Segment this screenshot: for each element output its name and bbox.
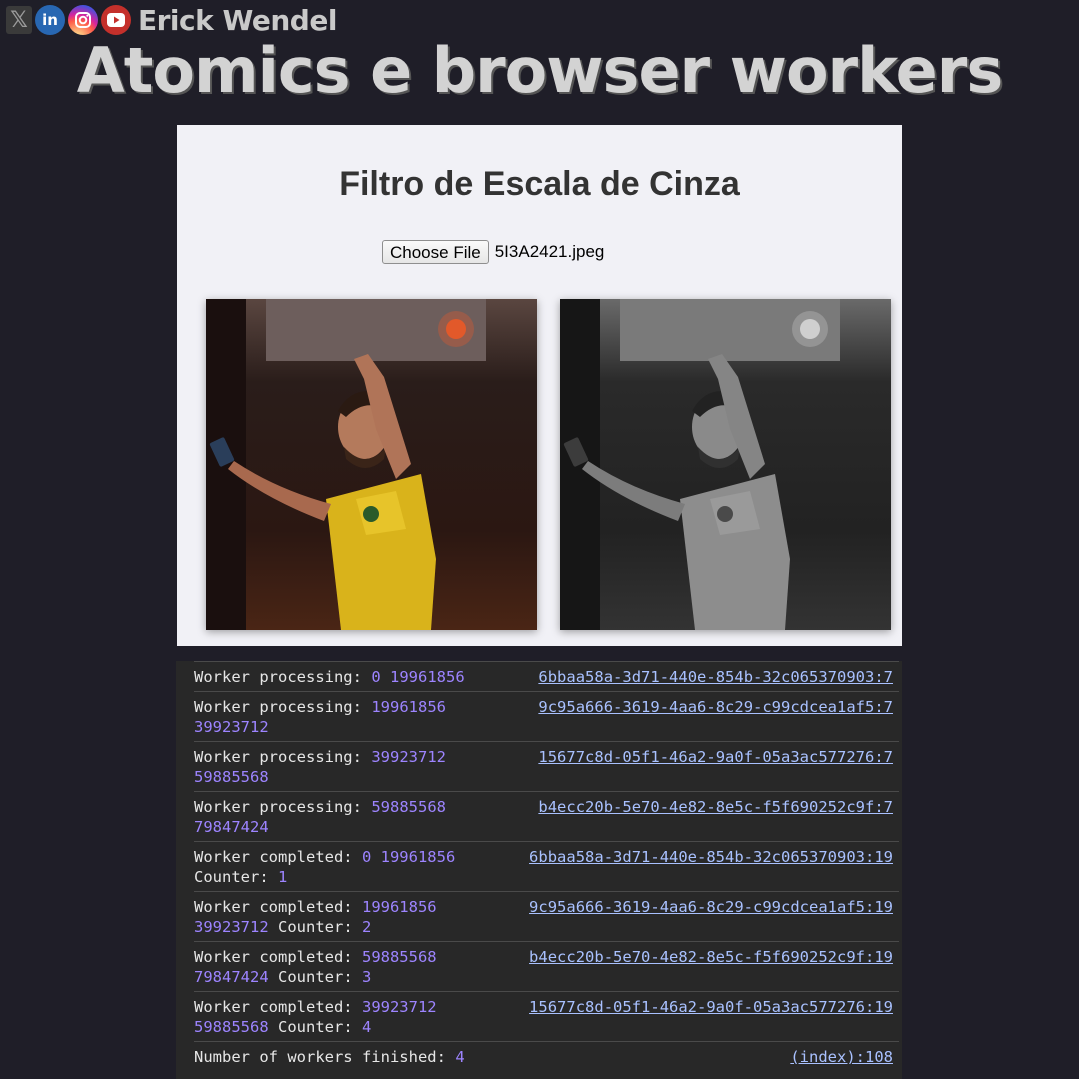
console-log-row: Worker processing: 19961856 39923712 9c95… [194, 691, 899, 741]
log-message: Worker completed: 0 19961856 Counter: 1 [194, 847, 494, 887]
original-photo [206, 299, 537, 630]
log-source-link[interactable]: 9c95a666-3619-4aa6-8c29-c99cdcea1af5:19 [529, 897, 893, 917]
log-label: Worker completed: [194, 948, 353, 966]
counter-label: Counter: [278, 918, 353, 936]
log-source-link[interactable]: 6bbaa58a-3d71-440e-854b-32c065370903:7 [538, 667, 893, 687]
devtools-console: Worker processing: 0 19961856 6bbaa58a-3d… [176, 661, 902, 1079]
log-value: 0 19961856 [371, 668, 465, 686]
log-message: Worker completed: 19961856 39923712 Coun… [194, 897, 494, 937]
counter-value: 1 [278, 868, 288, 886]
console-log-row: Worker completed: 59885568 79847424 Coun… [194, 941, 899, 991]
log-label: Worker processing: [194, 698, 362, 716]
log-message: Worker processing: 0 19961856 [194, 667, 494, 687]
log-label: Worker processing: [194, 748, 362, 766]
page-headline: Atomics e browser workers [76, 34, 1003, 107]
log-source-link[interactable]: (index):108 [790, 1047, 893, 1067]
log-source-link[interactable]: 15677c8d-05f1-46a2-9a0f-05a3ac577276:7 [538, 747, 893, 767]
log-message: Worker completed: 59885568 79847424 Coun… [194, 947, 494, 987]
log-message: Number of workers finished: 4 [194, 1047, 694, 1067]
counter-label: Counter: [194, 868, 269, 886]
log-source-link[interactable]: 9c95a666-3619-4aa6-8c29-c99cdcea1af5:7 [538, 697, 893, 717]
log-label: Worker completed: [194, 848, 353, 866]
log-message: Worker processing: 39923712 59885568 [194, 747, 494, 787]
console-log-row: Number of workers finished: 4 (index):108 [194, 1041, 899, 1071]
log-label: Worker processing: [194, 668, 362, 686]
x-icon[interactable]: 𝕏 [6, 6, 32, 34]
counter-value: 3 [362, 968, 372, 986]
instagram-icon[interactable] [68, 5, 98, 35]
log-label: Worker completed: [194, 898, 353, 916]
grayscale-photo [560, 299, 891, 630]
console-log-row: Worker processing: 39923712 59885568 1567… [194, 741, 899, 791]
youtube-icon[interactable] [101, 5, 131, 35]
linkedin-icon[interactable]: in [35, 5, 65, 35]
file-input[interactable]: Choose File 5I3A2421.jpeg [382, 240, 604, 264]
log-label: Worker processing: [194, 798, 362, 816]
log-source-link[interactable]: b4ecc20b-5e70-4e82-8e5c-f5f690252c9f:19 [529, 947, 893, 967]
log-source-link[interactable]: 6bbaa58a-3d71-440e-854b-32c065370903:19 [529, 847, 893, 867]
log-source-link[interactable]: b4ecc20b-5e70-4e82-8e5c-f5f690252c9f:7 [538, 797, 893, 817]
log-message: Worker completed: 39923712 59885568 Coun… [194, 997, 494, 1037]
page-title: Filtro de Escala de Cinza [339, 165, 740, 203]
log-label: Number of workers finished: [194, 1048, 446, 1066]
console-log-row: Worker processing: 0 19961856 6bbaa58a-3d… [194, 661, 899, 691]
counter-label: Counter: [278, 1018, 353, 1036]
log-source-link[interactable]: 15677c8d-05f1-46a2-9a0f-05a3ac577276:19 [529, 997, 893, 1017]
counter-value: 2 [362, 918, 372, 936]
console-log-row: Worker completed: 39923712 59885568 Coun… [194, 991, 899, 1041]
console-log-row: Worker processing: 59885568 79847424 b4ec… [194, 791, 899, 841]
social-bar: 𝕏 in Erick Wendel [6, 3, 337, 37]
selected-file-name: 5I3A2421.jpeg [494, 242, 605, 261]
console-log-row: Worker completed: 0 19961856 Counter: 1 6… [194, 841, 899, 891]
console-log-list: Worker processing: 0 19961856 6bbaa58a-3d… [176, 661, 902, 1071]
author-name: Erick Wendel [138, 3, 337, 37]
log-value: 4 [455, 1048, 465, 1066]
log-message: Worker processing: 19961856 39923712 [194, 697, 494, 737]
counter-value: 4 [362, 1018, 372, 1036]
log-message: Worker processing: 59885568 79847424 [194, 797, 494, 837]
browser-page: Filtro de Escala de Cinza Choose File 5I… [177, 125, 902, 646]
console-log-row: Worker completed: 19961856 39923712 Coun… [194, 891, 899, 941]
log-label: Worker completed: [194, 998, 353, 1016]
counter-label: Counter: [278, 968, 353, 986]
log-value: 0 19961856 [361, 848, 456, 866]
choose-file-button[interactable]: Choose File [382, 240, 489, 264]
